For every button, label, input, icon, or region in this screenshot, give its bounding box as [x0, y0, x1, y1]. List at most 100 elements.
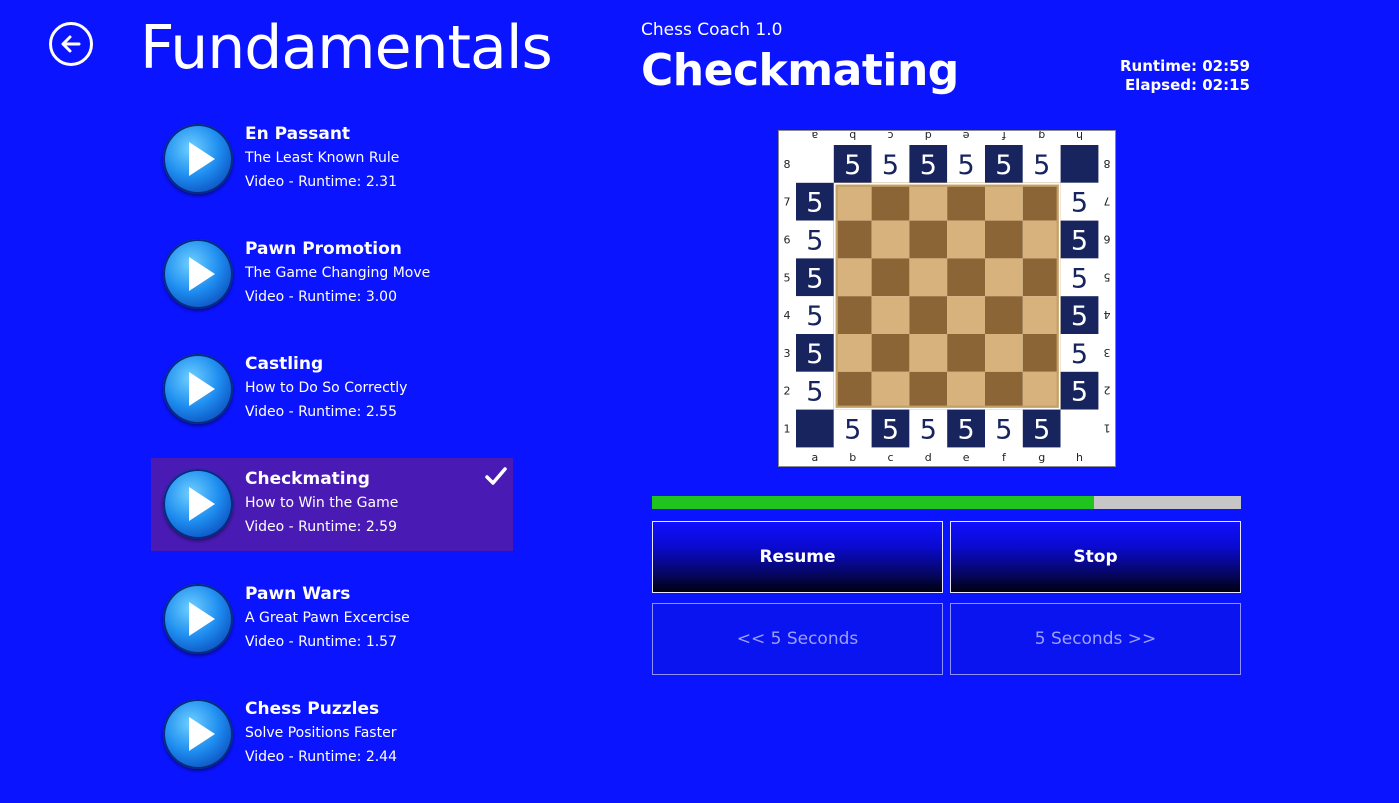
rank-label: 2 — [1104, 384, 1111, 397]
stop-button[interactable]: Stop — [950, 521, 1241, 593]
board-square — [947, 296, 985, 334]
board-square — [833, 182, 872, 221]
chess-piece: 5 — [806, 226, 823, 257]
lesson-name: Pawn Promotion — [245, 239, 402, 259]
lesson-name: Pawn Wars — [245, 584, 351, 604]
play-icon[interactable] — [163, 469, 233, 539]
lesson-name: Castling — [245, 354, 324, 374]
file-label: b — [849, 451, 856, 464]
chess-piece: 5 — [1033, 415, 1050, 446]
lesson-subtitle: The Least Known Rule — [245, 150, 400, 166]
board-square — [985, 182, 1023, 221]
board-square — [1022, 220, 1061, 259]
lesson-item[interactable]: Pawn Promotion The Game Changing Move Vide… — [151, 228, 513, 321]
lesson-name: Checkmating — [245, 469, 370, 489]
chess-piece: 5 — [806, 301, 823, 332]
lesson-item[interactable]: Checkmating How to Win the Game Video - Ru… — [151, 458, 513, 551]
chess-piece: 5 — [806, 263, 823, 294]
lesson-runtime: Video - Runtime: 2.31 — [245, 174, 397, 190]
file-label: h — [1076, 131, 1083, 142]
board-square — [985, 258, 1023, 297]
board-square — [871, 296, 910, 334]
rewind-5-seconds-button[interactable]: << 5 Seconds — [652, 603, 943, 675]
rank-label: 1 — [1104, 422, 1111, 435]
checkmark-icon — [485, 467, 507, 485]
chess-piece: 5 — [995, 415, 1012, 446]
board-square — [1022, 296, 1061, 334]
chess-piece: 5 — [958, 415, 975, 446]
rank-label: 4 — [784, 309, 791, 322]
runtime-label: Runtime: 02:59 — [1120, 57, 1250, 75]
board-square — [985, 296, 1023, 334]
file-label: d — [925, 131, 932, 142]
board-square — [833, 334, 872, 372]
board-square — [985, 334, 1023, 372]
play-icon[interactable] — [163, 584, 233, 654]
resume-button[interactable]: Resume — [652, 521, 943, 593]
file-label: g — [1038, 131, 1045, 142]
board-square — [947, 258, 985, 297]
lesson-item[interactable]: Chess Puzzles Solve Positions Faster Video… — [151, 688, 513, 781]
file-label: e — [962, 131, 969, 142]
file-label: g — [1038, 451, 1045, 464]
rank-label: 5 — [1104, 270, 1111, 283]
chess-piece: 5 — [920, 150, 937, 181]
back-button[interactable] — [49, 22, 93, 66]
board-square — [1022, 258, 1061, 297]
chess-piece: 5 — [1071, 226, 1088, 257]
board-square — [833, 371, 872, 410]
chess-piece: 5 — [920, 415, 937, 446]
lesson-item[interactable]: En Passant The Least Known Rule Video - Ru… — [151, 113, 513, 206]
play-icon[interactable] — [163, 239, 233, 309]
play-icon[interactable] — [163, 699, 233, 769]
play-icon[interactable] — [163, 354, 233, 424]
progress-bar[interactable] — [652, 496, 1241, 509]
chess-board: 555555555555555555555555aabbccddeeffgghh… — [778, 130, 1116, 467]
rank-label: 7 — [784, 196, 791, 209]
chess-piece: 5 — [882, 415, 899, 446]
rank-label: 4 — [1104, 308, 1111, 321]
rank-label: 1 — [784, 423, 791, 436]
elapsed-label: Elapsed: 02:15 — [1124, 76, 1250, 94]
lesson-name: Chess Puzzles — [245, 699, 380, 719]
board-square — [947, 182, 985, 221]
play-icon[interactable] — [163, 124, 233, 194]
lesson-runtime: Video - Runtime: 1.57 — [245, 634, 397, 650]
board-square — [985, 220, 1023, 259]
board-square — [909, 371, 948, 410]
progress-fill — [652, 496, 1094, 509]
lesson-subtitle: How to Win the Game — [245, 495, 399, 511]
chess-piece: 5 — [844, 150, 861, 181]
back-arrow-icon — [61, 35, 81, 53]
lesson-name: En Passant — [245, 124, 351, 144]
file-label: c — [887, 451, 893, 464]
board-square — [871, 258, 910, 297]
board-square — [947, 220, 985, 259]
chess-piece: 5 — [1071, 188, 1088, 219]
rank-label: 6 — [784, 234, 791, 247]
chess-piece: 5 — [1071, 339, 1088, 370]
lesson-list: En Passant The Least Known Rule Video - Ru… — [151, 113, 513, 803]
board-square — [833, 296, 872, 334]
rank-label: 6 — [1104, 233, 1111, 246]
rank-label: 8 — [1104, 157, 1111, 170]
lesson-subtitle: How to Do So Correctly — [245, 380, 408, 396]
lesson-subtitle: Solve Positions Faster — [245, 725, 397, 741]
lesson-item[interactable]: Castling How to Do So Correctly Video - Ru… — [151, 343, 513, 436]
file-label: f — [1002, 451, 1007, 464]
board-square — [1060, 145, 1099, 183]
file-label: a — [812, 451, 819, 464]
lesson-item[interactable]: Pawn Wars A Great Pawn Excercise Video - R… — [151, 573, 513, 666]
board-square — [871, 334, 910, 372]
forward-5-seconds-button[interactable]: 5 Seconds >> — [950, 603, 1241, 675]
rank-label: 7 — [1104, 195, 1111, 208]
file-label: b — [849, 131, 856, 142]
board-square — [985, 371, 1023, 410]
chess-piece: 5 — [1071, 301, 1088, 332]
board-square — [947, 334, 985, 372]
rank-label: 8 — [784, 158, 791, 171]
board-square — [909, 296, 948, 334]
lesson-title: Checkmating — [641, 45, 959, 96]
chess-board-svg: 5 5 5 5 5 55 55 55 55 55 55 55 5 5 5 5 5aabbccddeeffgghh… — [784, 131, 1111, 464]
board-square — [1022, 182, 1061, 221]
